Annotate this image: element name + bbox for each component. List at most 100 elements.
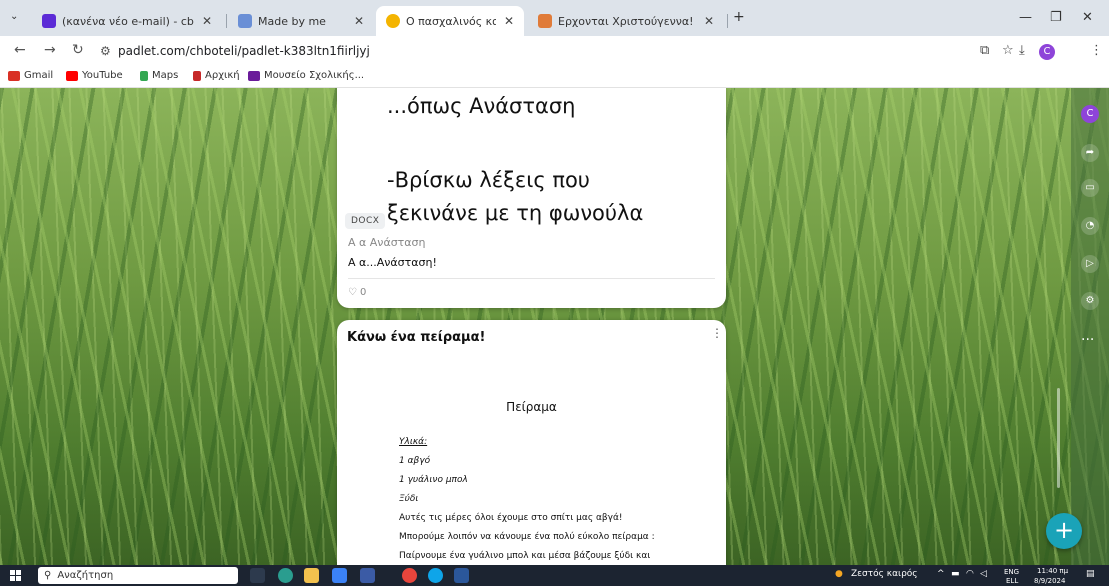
n-logo-icon: [193, 70, 201, 81]
material-item: 1 αβγό: [399, 456, 431, 466]
close-icon[interactable]: ✕: [202, 14, 212, 28]
padlet-icon: [538, 14, 552, 28]
post-heading-line: -Βρίσκω λέξεις που: [387, 168, 590, 192]
like-button[interactable]: ♡ 0: [348, 287, 366, 298]
tab-label: Ερχονται Χριστούγεννα!: [558, 14, 694, 28]
play-icon[interactable]: ▷: [1081, 255, 1099, 273]
bookmark-youtube[interactable]: YouTube: [66, 70, 123, 81]
search-icon: ⚲: [44, 570, 52, 581]
maps-icon: [140, 70, 148, 81]
slideshow-icon[interactable]: ▭: [1081, 179, 1099, 197]
menu-kebab-icon[interactable]: ⋮: [1090, 43, 1103, 58]
back-icon[interactable]: ←: [14, 42, 26, 58]
divider: [348, 278, 715, 279]
add-post-button[interactable]: +: [1046, 513, 1082, 549]
chrome-icon[interactable]: [402, 568, 417, 583]
heart-icon: ♡: [348, 287, 357, 298]
material-item: Ξύδι: [399, 494, 419, 504]
tab-separator: [727, 14, 728, 28]
padlet-canvas: ...όπως Ανάσταση -Βρίσκω λέξεις που ξεκι…: [0, 88, 1109, 565]
materials-label: Υλικά:: [399, 437, 428, 447]
close-icon[interactable]: ✕: [704, 14, 714, 28]
minimize-icon[interactable]: —: [1019, 10, 1032, 25]
address-bar: ← → ↻ ⚙ padlet.com/chboteli/padlet-k383l…: [0, 36, 1109, 66]
document-heading: Πείραμα: [506, 400, 557, 414]
sidebar-avatar[interactable]: C: [1081, 105, 1099, 123]
download-icon[interactable]: ⤓: [1019, 43, 1025, 58]
settings-gear-icon[interactable]: ⚙: [1081, 292, 1099, 310]
bookmark-home[interactable]: Αρχική: [193, 70, 240, 81]
post-body-text: Α α...Ανάσταση!: [348, 256, 437, 269]
close-window-icon[interactable]: ✕: [1082, 10, 1093, 25]
padlet-icon: [386, 14, 400, 28]
teams-icon[interactable]: [428, 568, 443, 583]
bookmark-star-icon[interactable]: ☆: [1002, 43, 1014, 58]
edge-icon[interactable]: [278, 568, 293, 583]
site-settings-icon[interactable]: ⚙: [100, 44, 111, 58]
volume-icon[interactable]: ◁: [980, 569, 987, 579]
gmail-icon: [8, 70, 20, 81]
bookmark-gmail[interactable]: Gmail: [8, 70, 53, 81]
language-indicator-secondary: ELL: [1006, 577, 1019, 585]
taskbar-search-input[interactable]: ⚲ Αναζήτηση: [38, 567, 238, 584]
weather-icon: ●: [835, 569, 843, 579]
tab-search-chevron-icon[interactable]: ⌄: [10, 11, 18, 22]
notification-bell-icon[interactable]: ◔: [1081, 217, 1099, 235]
bookmarks-bar: Gmail YouTube Maps Αρχική Μουσείο Σχολικ…: [0, 66, 1109, 88]
tab-label: Ο πασχαλινός καμβάς μου: [406, 14, 496, 28]
install-app-icon[interactable]: ⧉: [980, 43, 989, 58]
post-menu-icon[interactable]: ⋮: [711, 326, 723, 340]
weather-text[interactable]: Ζεστός καιρός: [851, 569, 918, 579]
attachment-name[interactable]: Α α Ανάσταση: [348, 236, 425, 249]
word-icon[interactable]: [454, 568, 469, 583]
post-heading-line: ...όπως Ανάσταση: [387, 94, 576, 118]
reload-icon[interactable]: ↻: [72, 42, 84, 58]
wifi-icon[interactable]: ◠: [966, 569, 974, 579]
file-type-badge: DOCX: [345, 213, 386, 229]
post-heading-line: ξεκινάνε με τη φωνούλα: [387, 201, 644, 225]
restore-icon[interactable]: ❐: [1050, 10, 1062, 25]
document-paragraph: Παίρνουμε ένα γυάλινο μπολ και μέσα βάζο…: [399, 551, 651, 561]
clock-time[interactable]: 11:40 πμ: [1037, 567, 1068, 575]
close-icon[interactable]: ✕: [504, 14, 514, 28]
youtube-icon: [66, 70, 78, 81]
tab-made-by-me[interactable]: Made by me ✕: [228, 6, 374, 36]
tab-label: (κανένα νέο e-mail) - cbnip@y: [62, 14, 194, 28]
like-count: 0: [359, 287, 367, 298]
post-card-experiment[interactable]: Κάνω ένα πείραμα! ⋮ Πείραμα Υλικά: 1 αβγ…: [337, 320, 726, 565]
tray-chevron-icon[interactable]: ^: [937, 569, 945, 579]
search-placeholder: Αναζήτηση: [57, 570, 114, 581]
task-view-icon[interactable]: [250, 568, 265, 583]
scrollbar[interactable]: [1057, 388, 1060, 488]
tab-email[interactable]: (κανένα νέο e-mail) - cbnip@y ✕: [32, 6, 222, 36]
tab-separator: [226, 14, 227, 28]
padlet-icon: [238, 14, 252, 28]
document-paragraph: Μπορούμε λοιπόν να κάνουμε ένα πολύ εύκο…: [399, 532, 655, 542]
notifications-icon[interactable]: ▤: [1086, 569, 1095, 579]
url-field[interactable]: padlet.com/chboteli/padlet-k383ltn1fiirl…: [118, 44, 370, 58]
close-icon[interactable]: ✕: [354, 14, 364, 28]
document-paragraph: Αυτές τις μέρες όλοι έχουμε στο σπίτι μα…: [399, 513, 623, 523]
post-title: Κάνω ένα πείραμα!: [347, 330, 486, 345]
share-icon[interactable]: ➦: [1081, 144, 1099, 162]
tab-easter-canvas[interactable]: Ο πασχαλινός καμβάς μου ✕: [376, 6, 524, 36]
mail-app-icon[interactable]: [332, 568, 347, 583]
padlet-sidebar: C ➦ ▭ ◔ ▷ ⚙ ...: [1071, 88, 1109, 565]
more-icon[interactable]: ...: [1081, 328, 1094, 344]
language-indicator[interactable]: ENG: [1004, 568, 1019, 576]
network-icon[interactable]: ▬: [951, 569, 960, 579]
clock-date: 8/9/2024: [1034, 577, 1066, 585]
tab-label: Made by me: [258, 14, 326, 28]
mail-icon: [42, 14, 56, 28]
new-tab-icon[interactable]: +: [733, 9, 745, 25]
post-card-anastasi[interactable]: ...όπως Ανάσταση -Βρίσκω λέξεις που ξεκι…: [337, 88, 726, 308]
profile-avatar[interactable]: C: [1039, 44, 1055, 60]
store-icon[interactable]: [360, 568, 375, 583]
tab-christmas[interactable]: Ερχονται Χριστούγεννα! ✕: [528, 6, 724, 36]
bookmark-school-museum[interactable]: Μουσείο Σχολικής...: [248, 70, 364, 81]
forward-icon[interactable]: →: [44, 42, 56, 58]
windows-taskbar: ⚲ Αναζήτηση ● Ζεστός καιρός ^ ▬ ◠ ◁ ENG …: [0, 565, 1109, 586]
windows-start-icon[interactable]: [10, 570, 21, 581]
bookmark-maps[interactable]: Maps: [140, 70, 178, 81]
file-explorer-icon[interactable]: [304, 568, 319, 583]
